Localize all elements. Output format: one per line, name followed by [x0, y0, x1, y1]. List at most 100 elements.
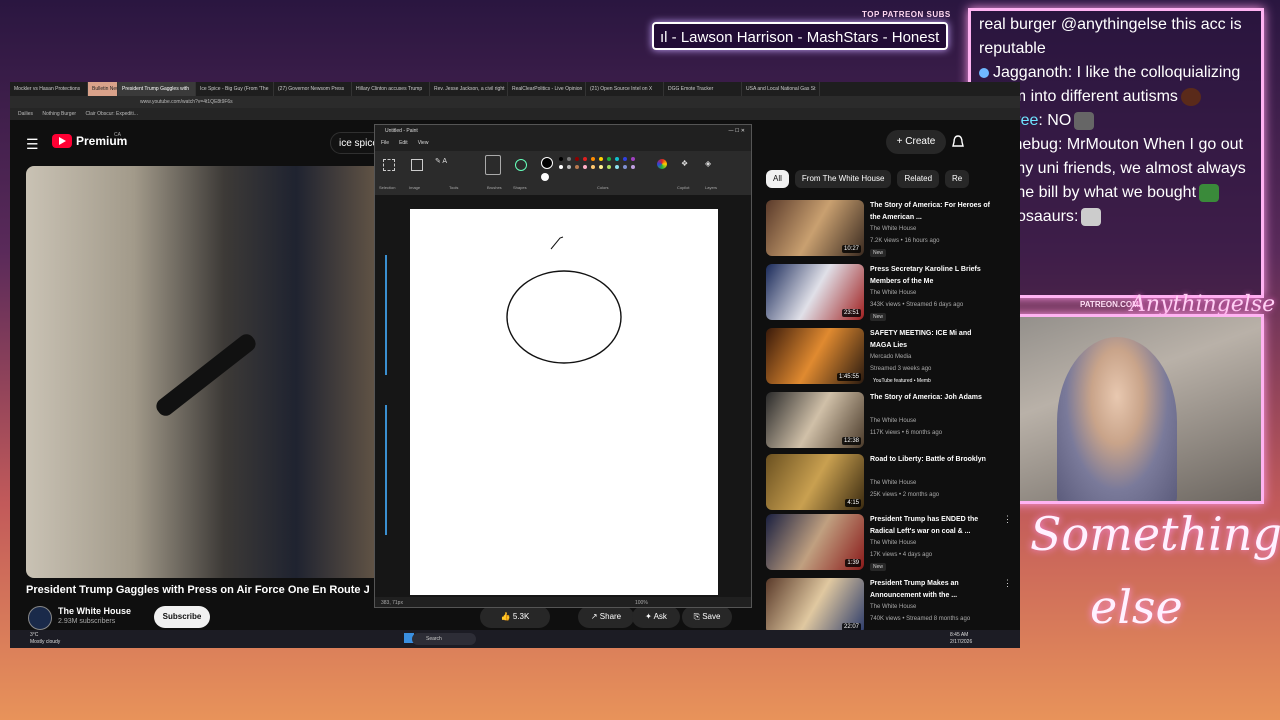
- recommendation-item[interactable]: 4:15 Road to Liberty: Battle of Brooklyn…: [766, 454, 1012, 510]
- windows-taskbar: 3°C Mostly cloudy 8:45 AM 2/17/2026: [10, 630, 1020, 648]
- rec-title[interactable]: SAFETY MEETING: ICE Mi and MAGA Lies: [870, 328, 990, 352]
- recommendation-item[interactable]: 12:38 The Story of America: Joh Adams Th…: [766, 392, 1012, 448]
- like-button[interactable]: 👍 5.3K: [480, 606, 550, 628]
- create-button[interactable]: + Create: [886, 130, 946, 154]
- browser-tab[interactable]: DGG Emote Tracker: [664, 82, 742, 96]
- opacity-slider[interactable]: [385, 405, 387, 535]
- chat-message: Kbyee: NO: [979, 109, 1253, 133]
- browser-tab[interactable]: (21) Open Source Intel on X: [586, 82, 664, 96]
- rec-title[interactable]: Road to Liberty: Battle of Brooklyn: [870, 454, 990, 478]
- pencil-icon[interactable]: ✎ A: [435, 157, 447, 165]
- rec-channel[interactable]: The White House: [870, 480, 916, 486]
- browser-tab[interactable]: (27) Governor Newsom Press: [274, 82, 352, 96]
- channel-name[interactable]: The White House: [58, 606, 131, 616]
- chip-related[interactable]: Related: [897, 170, 940, 188]
- weather-temp[interactable]: 3°C: [30, 632, 38, 638]
- recommendation-item[interactable]: 10:27 The Story of America: For Heroes o…: [766, 200, 1012, 257]
- menu-file[interactable]: File: [381, 137, 389, 149]
- edit-colors-icon[interactable]: [657, 159, 667, 169]
- image-tool-icon[interactable]: [411, 159, 423, 171]
- bookmark-item[interactable]: Clair Obscur: Expediti...: [85, 111, 138, 117]
- rec-channel[interactable]: The White House: [870, 604, 916, 610]
- group-label: Colors: [597, 185, 609, 190]
- youtube-logo-icon[interactable]: [52, 134, 72, 148]
- browser-tab[interactable]: Bulletin News: [88, 82, 118, 96]
- save-button[interactable]: ⎘ Save: [682, 606, 732, 628]
- share-label: Share: [599, 612, 622, 621]
- ask-button[interactable]: ✦ Ask: [632, 606, 680, 628]
- filter-chips: All From The White House Related Re: [766, 170, 970, 188]
- share-button[interactable]: ↗ Share: [578, 606, 634, 628]
- notifications-bell-icon[interactable]: [950, 134, 966, 150]
- color-2-swatch[interactable]: [541, 173, 549, 181]
- video-thumbnail[interactable]: 12:38: [766, 392, 864, 448]
- more-vert-icon[interactable]: ⋮: [1003, 514, 1012, 525]
- duration-badge: 1:39: [845, 559, 861, 567]
- color-1-swatch[interactable]: [541, 157, 553, 169]
- browser-tab[interactable]: Hillary Clinton accuses Trump: [352, 82, 430, 96]
- window-controls[interactable]: — ☐ ✕: [729, 125, 745, 137]
- video-thumbnail[interactable]: 4:15: [766, 454, 864, 510]
- channel-avatar[interactable]: [28, 606, 52, 630]
- recommendation-item[interactable]: 1:39 President Trump has ENDED the Radic…: [766, 514, 1012, 571]
- rec-title[interactable]: Press Secretary Karoline L Briefs Member…: [870, 264, 990, 288]
- video-thumbnail[interactable]: 1:39: [766, 514, 864, 570]
- rec-title[interactable]: The Story of America: Joh Adams: [870, 392, 990, 416]
- browser-tab[interactable]: USA and Local National Gas St: [742, 82, 820, 96]
- chip-from-channel[interactable]: From The White House: [794, 170, 892, 188]
- rec-channel[interactable]: The White House: [870, 418, 916, 424]
- color-palette[interactable]: [559, 157, 649, 179]
- bookmark-icon: ⎘: [693, 612, 703, 621]
- bookmark-item[interactable]: Nothing Burger: [42, 111, 76, 117]
- menu-view[interactable]: View: [418, 137, 429, 149]
- video-thumbnail[interactable]: 1:45:55: [766, 328, 864, 384]
- rec-title[interactable]: The Story of America: For Heroes of the …: [870, 200, 990, 224]
- weather-desc: Mostly cloudy: [30, 639, 61, 645]
- copilot-icon[interactable]: ❖: [681, 159, 688, 168]
- save-label: Save: [702, 612, 721, 621]
- recommendation-item[interactable]: 1:45:55 SAFETY MEETING: ICE Mi and MAGA …: [766, 328, 1012, 384]
- paint-status-bar: 383, 71px 100%: [375, 597, 751, 607]
- menu-edit[interactable]: Edit: [399, 137, 408, 149]
- video-thumbnail[interactable]: 23:51: [766, 264, 864, 320]
- browser-tab[interactable]: RealClearPolitics - Live Opinion: [508, 82, 586, 96]
- browser-tab-active[interactable]: President Trump Gaggles with: [118, 82, 196, 96]
- browser-tab[interactable]: Rev. Jesse Jackson, a civil right: [430, 82, 508, 96]
- address-bar[interactable]: www.youtube.com/watch?v=4t1QE8t9F6s: [10, 96, 1020, 108]
- taskbar-search[interactable]: Search: [412, 633, 476, 645]
- cursor-position: 383, 71px: [381, 600, 403, 606]
- new-badge: New: [870, 249, 887, 257]
- recommendation-item[interactable]: 22:07 President Trump Makes an Announcem…: [766, 578, 1012, 634]
- video-thumbnail[interactable]: 10:27: [766, 200, 864, 256]
- group-label: Selection: [379, 185, 396, 190]
- chip-more[interactable]: Re: [945, 170, 970, 188]
- rec-title[interactable]: President Trump has ENDED the Radical Le…: [870, 514, 990, 538]
- drawing-canvas[interactable]: [410, 209, 718, 595]
- video-thumbnail[interactable]: 22:07: [766, 578, 864, 634]
- browser-tab[interactable]: Ice Spice - Big Guy (From 'The: [196, 82, 274, 96]
- shapes-icon[interactable]: [515, 159, 527, 171]
- brush-size-slider[interactable]: [385, 255, 387, 375]
- layers-icon[interactable]: ◈: [705, 159, 711, 168]
- recommendation-item[interactable]: 23:51 Press Secretary Karoline L Briefs …: [766, 264, 1012, 321]
- emote-icon: [1081, 207, 1102, 226]
- zoom-level[interactable]: 100%: [635, 597, 648, 607]
- menu-icon[interactable]: ☰: [26, 136, 39, 153]
- selection-tool-icon[interactable]: [383, 159, 395, 171]
- brush-icon[interactable]: [485, 155, 501, 175]
- clock-time[interactable]: 8:45 AM: [950, 632, 968, 638]
- rec-title[interactable]: President Trump Makes an Announcement wi…: [870, 578, 990, 602]
- rec-channel[interactable]: The White House: [870, 540, 916, 546]
- bookmark-item[interactable]: Dailies: [18, 111, 33, 117]
- rec-channel[interactable]: Mercado Media: [870, 354, 911, 360]
- more-vert-icon[interactable]: ⋮: [1003, 578, 1012, 589]
- chip-all[interactable]: All: [766, 170, 789, 188]
- subscribe-button[interactable]: Subscribe: [154, 606, 210, 628]
- rec-channel[interactable]: The White House: [870, 290, 916, 296]
- sparkle-icon: ✦: [645, 612, 654, 621]
- clock-date[interactable]: 2/17/2026: [950, 639, 972, 645]
- browser-tab[interactable]: Mockler vs Hasan Protections: [10, 82, 88, 96]
- duration-badge: 10:27: [841, 245, 861, 253]
- video-player[interactable]: [26, 166, 386, 578]
- rec-channel[interactable]: The White House: [870, 226, 916, 232]
